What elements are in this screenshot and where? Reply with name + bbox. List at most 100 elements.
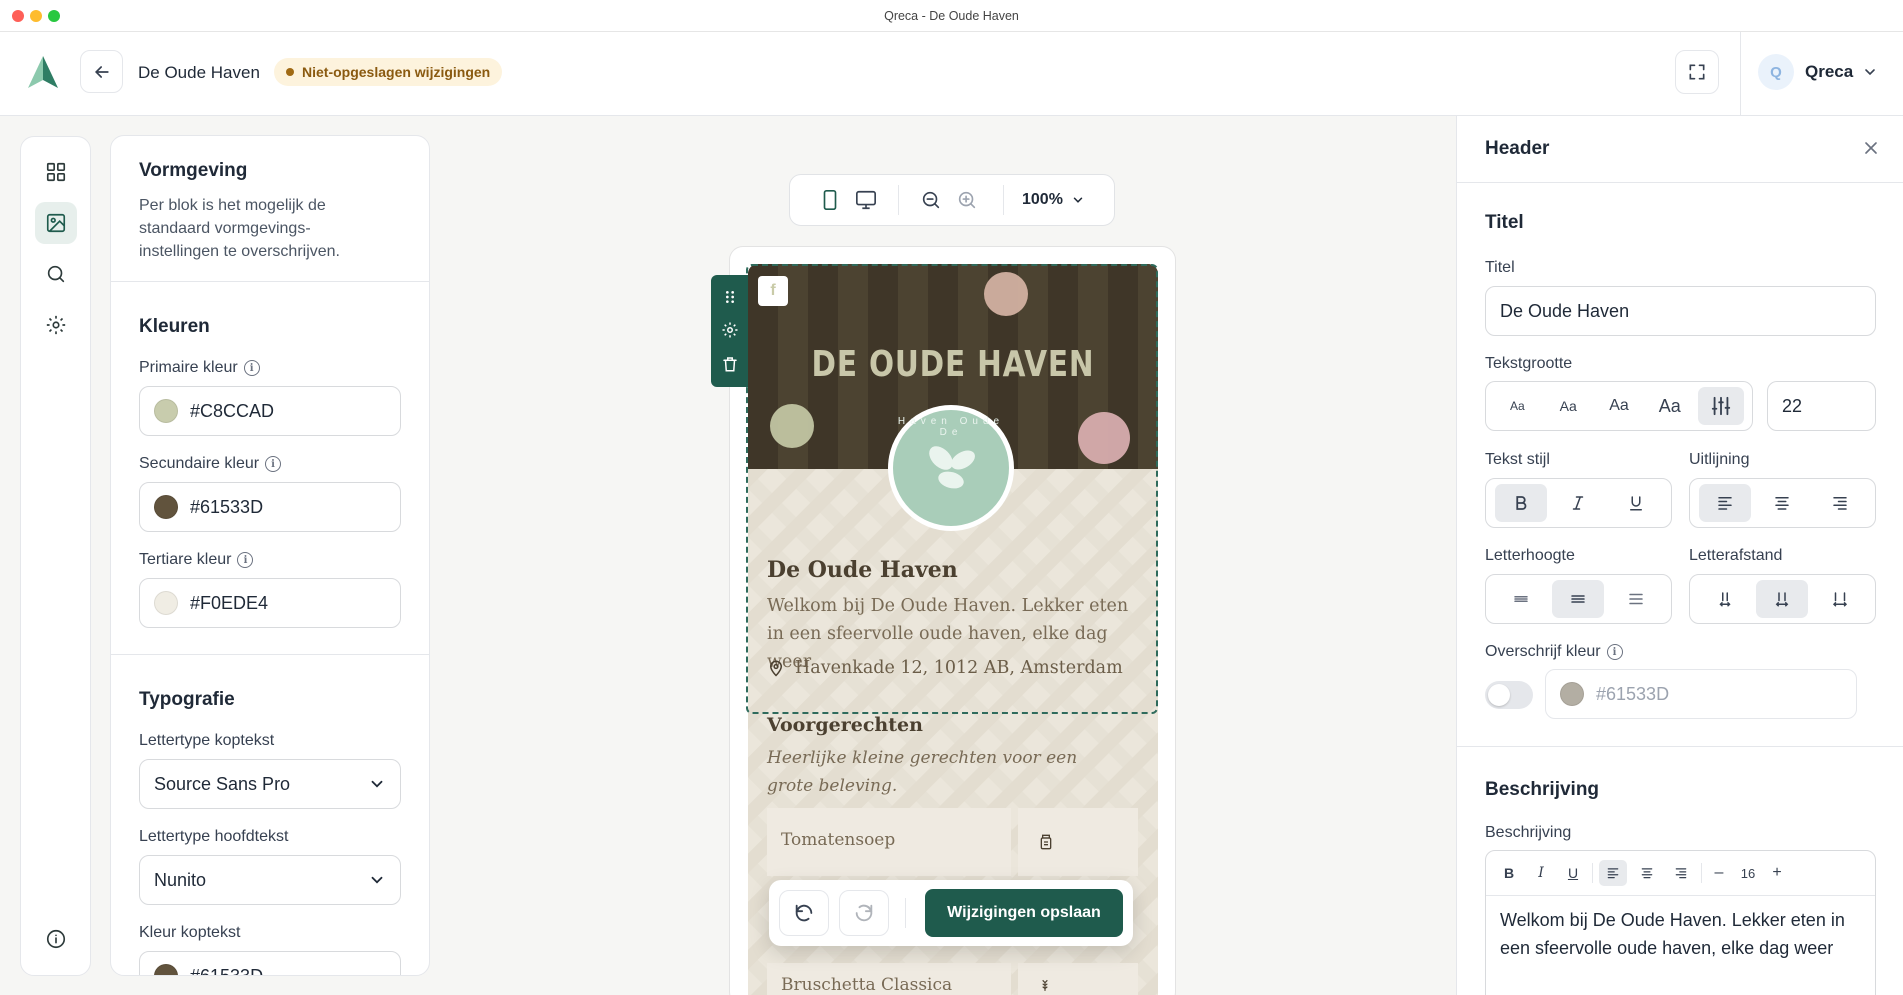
gear-icon[interactable]: [721, 321, 739, 339]
decor-badge: [984, 272, 1028, 316]
italic-button[interactable]: [1552, 484, 1604, 522]
heading-color-label: Kleur koptekst: [139, 924, 241, 941]
editor-italic-button[interactable]: I: [1528, 865, 1554, 881]
back-button[interactable]: [80, 50, 123, 93]
unsaved-badge: Niet-opgeslagen wijzigingen: [274, 58, 503, 86]
letter-spacing-wide-icon: [1833, 592, 1848, 607]
redo-button[interactable]: [839, 890, 889, 936]
bold-icon: [1516, 496, 1527, 510]
font-size-decrease-button[interactable]: –: [1708, 864, 1730, 882]
letter-spacing-normal-icon: [1776, 592, 1789, 607]
sidebar-item-settings[interactable]: [35, 304, 77, 346]
close-window-dot[interactable]: [12, 10, 24, 22]
restaurant-logo[interactable]: Haven Oude De: [888, 405, 1014, 531]
size-custom-button[interactable]: [1697, 387, 1744, 425]
trash-icon[interactable]: [721, 355, 739, 373]
chevron-down-icon: [1865, 69, 1875, 76]
close-panel-button[interactable]: [1861, 138, 1881, 158]
line-height-normal-button[interactable]: [1552, 580, 1605, 618]
zoom-out-button[interactable]: [913, 189, 949, 211]
sidebar-item-info[interactable]: [35, 918, 77, 960]
block-toolbar: [711, 275, 748, 387]
size-s-button[interactable]: Aa: [1545, 387, 1591, 425]
zoom-in-button[interactable]: [949, 189, 985, 211]
page-name: De Oude Haven: [138, 63, 260, 82]
minimize-window-dot[interactable]: [30, 10, 42, 22]
editor-align-right-button[interactable]: [1667, 866, 1695, 880]
colors-title: Kleuren: [139, 316, 210, 337]
size-l-button[interactable]: Aa: [1647, 387, 1693, 425]
user-name[interactable]: Qreca: [1805, 62, 1853, 82]
spacing-wide-button[interactable]: [1814, 580, 1866, 618]
line-height-loose-button[interactable]: [1610, 580, 1662, 618]
info-icon[interactable]: i: [265, 456, 282, 472]
text-size-input[interactable]: 22: [1767, 381, 1876, 431]
gear-icon: [46, 315, 66, 335]
primary-color-label: Primaire kleur i: [139, 359, 260, 377]
editor-align-center-button[interactable]: [1633, 866, 1661, 880]
fullscreen-button[interactable]: [1675, 50, 1719, 94]
body-font-select[interactable]: Nunito: [139, 855, 401, 905]
undo-button[interactable]: [779, 890, 829, 936]
maximize-window-dot[interactable]: [48, 10, 60, 22]
alignment-options: [1689, 478, 1876, 528]
info-icon[interactable]: i: [237, 552, 254, 568]
zoom-select[interactable]: 100%: [1022, 191, 1085, 209]
avatar[interactable]: Q: [1758, 54, 1794, 90]
facebook-icon[interactable]: f: [758, 276, 788, 306]
align-right-button[interactable]: [1814, 484, 1866, 522]
editor-align-left-button[interactable]: [1599, 860, 1627, 886]
user-menu-chevron[interactable]: [1862, 64, 1878, 80]
primary-color-swatch[interactable]: [154, 399, 178, 423]
underline-button[interactable]: [1610, 484, 1662, 522]
spacing-tight-button[interactable]: [1699, 580, 1751, 618]
tertiary-color-swatch[interactable]: [154, 591, 178, 615]
spacing-normal-button[interactable]: [1756, 580, 1809, 618]
info-icon[interactable]: i: [1606, 644, 1623, 660]
alignment-label: Uitlijning: [1689, 451, 1750, 468]
title-input[interactable]: De Oude Haven: [1485, 286, 1876, 336]
font-size-increase-button[interactable]: +: [1766, 864, 1788, 882]
menu-item-name: Bruschetta Classica: [781, 975, 953, 995]
underline-icon: [1630, 496, 1643, 511]
restaurant-address[interactable]: Havenkade 12, 1012 AB, Amsterdam: [767, 658, 1123, 678]
line-height-tight-button[interactable]: [1495, 580, 1547, 618]
title-section-heading: Titel: [1485, 212, 1524, 233]
save-button[interactable]: Wijzigingen opslaan: [925, 889, 1123, 937]
secondary-color-swatch[interactable]: [154, 495, 178, 519]
heading-color-field[interactable]: #61533D: [139, 951, 401, 975]
location-icon: [769, 660, 783, 677]
description-textarea[interactable]: Welkom bij De Oude Haven. Lekker eten in…: [1486, 896, 1875, 972]
drag-icon[interactable]: [722, 289, 738, 305]
mobile-view-button[interactable]: [812, 189, 848, 211]
size-m-button[interactable]: Aa: [1596, 387, 1642, 425]
sidebar-item-search[interactable]: [35, 253, 77, 295]
desktop-view-button[interactable]: [848, 189, 884, 211]
status-dot: [286, 68, 294, 76]
size-xs-button[interactable]: Aa: [1494, 387, 1540, 425]
divider: [111, 654, 429, 655]
info-icon[interactable]: i: [243, 360, 260, 376]
editor-underline-button[interactable]: U: [1560, 865, 1586, 881]
list-item[interactable]: Tomatensoep: [767, 808, 1011, 876]
list-item[interactable]: Bruschetta Classica: [767, 963, 1011, 995]
editor-bold-button[interactable]: B: [1496, 865, 1522, 881]
restaurant-name[interactable]: De Oude Haven: [767, 557, 958, 583]
line-height-tight-icon: [1514, 596, 1528, 602]
divider: [1457, 746, 1903, 747]
sidebar-item-blocks[interactable]: [35, 151, 77, 193]
sidebar-item-design[interactable]: [35, 202, 77, 244]
section-subtitle[interactable]: Heerlijke kleine gerechten voor een grot…: [767, 744, 1127, 800]
override-color-toggle[interactable]: [1485, 681, 1533, 709]
bold-button[interactable]: [1494, 484, 1547, 522]
divider: [1457, 182, 1903, 183]
heading-font-select[interactable]: Source Sans Pro: [139, 759, 401, 809]
section-title[interactable]: Voorgerechten: [767, 714, 923, 736]
tertiary-color-field[interactable]: #F0EDE4: [139, 578, 401, 628]
override-color-label-text: Overschrijf kleur: [1485, 643, 1601, 660]
align-center-button[interactable]: [1756, 484, 1808, 522]
secondary-color-field[interactable]: #61533D: [139, 482, 401, 532]
align-left-button[interactable]: [1698, 484, 1751, 522]
heading-color-swatch[interactable]: [154, 964, 178, 975]
primary-color-field[interactable]: #C8CCAD: [139, 386, 401, 436]
